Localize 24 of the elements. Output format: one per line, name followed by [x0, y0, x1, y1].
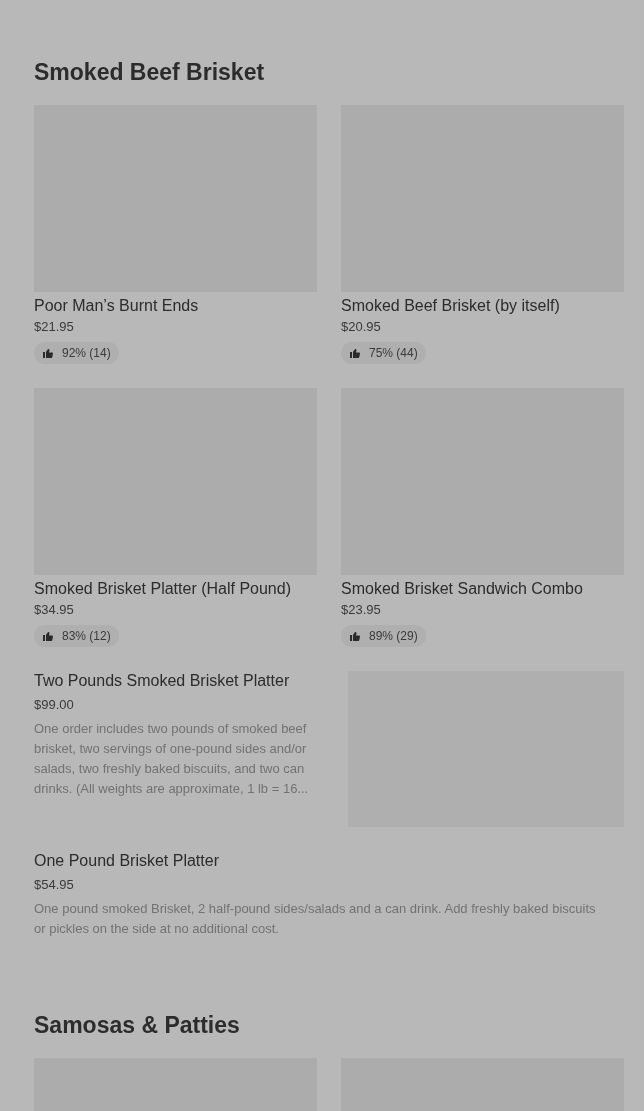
section-heading: Smoked Beef Brisket	[34, 58, 266, 87]
item-price: $54.95	[34, 876, 75, 894]
item-name: Poor Man’s Burnt Ends	[34, 296, 200, 316]
thumbs-up-icon	[349, 630, 361, 642]
rating-text: 83% (12)	[62, 628, 111, 645]
item-price: $99.00	[34, 696, 75, 714]
item-price: $34.95	[34, 601, 75, 619]
rating-text: 75% (44)	[369, 345, 418, 362]
item-price: $21.95	[34, 318, 75, 336]
item-price: $20.95	[341, 318, 382, 336]
item-name: Smoked Beef Brisket (by itself)	[341, 296, 561, 316]
rating-text: 92% (14)	[62, 345, 111, 362]
item-name: Smoked Brisket Platter (Half Pound)	[34, 579, 292, 599]
thumbs-up-icon	[42, 630, 54, 642]
item-name: Smoked Brisket Sandwich Combo	[341, 579, 584, 599]
item-name: Two Pounds Smoked Brisket Platter	[34, 671, 291, 691]
rating-text: 89% (29)	[369, 628, 418, 645]
item-description: One order includes two pounds of smoked beef brisket, two servings of one-pound sides and/or salads, two freshly baked biscuits, and two can drinks. (All weights are approximate, 1 lb = 16...	[34, 720, 310, 798]
item-price: $23.95	[341, 601, 382, 619]
item-description: One pound smoked Brisket, 2 half-pound sides/salads and a can drink. Add freshly baked biscuits or pickles on the side at no additional cost.	[34, 900, 597, 938]
item-name: One Pound Brisket Platter	[34, 851, 220, 871]
section-heading: Samosas & Patties	[34, 1011, 241, 1040]
thumbs-up-icon	[349, 347, 361, 359]
thumbs-up-icon	[42, 347, 54, 359]
